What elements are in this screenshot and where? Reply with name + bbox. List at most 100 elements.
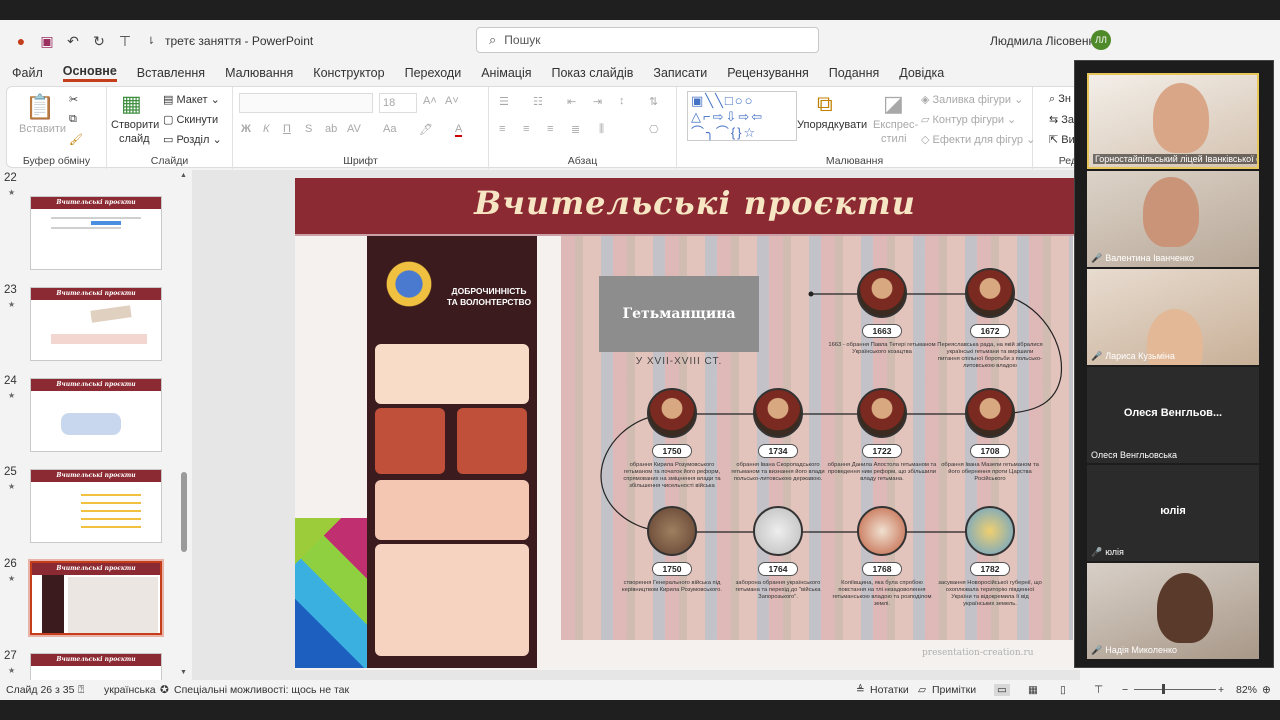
numbering-icon[interactable]: ☷ <box>533 95 543 108</box>
increase-indent-icon[interactable]: ⇥ <box>593 95 602 108</box>
shape-effects-button[interactable]: ◇ Ефекти для фігур ⌄ <box>921 133 1035 146</box>
redo-icon[interactable]: ↻ <box>88 30 110 52</box>
scroll-down-icon[interactable]: ▼ <box>180 669 187 676</box>
language-indicator[interactable]: українська <box>104 684 156 696</box>
slide-thumbnail[interactable]: Вчительські проєкти <box>30 469 162 543</box>
new-slide-button-line2[interactable]: слайд <box>119 133 150 145</box>
thumbnails-scrollbar[interactable]: ▲ ▼ <box>180 172 188 676</box>
avatar[interactable]: ЛЛ <box>1091 30 1111 50</box>
columns-icon[interactable]: ⫼ <box>599 123 604 136</box>
find-button[interactable]: ⌕ Зн <box>1049 93 1071 106</box>
select-button[interactable]: ⇱ Ви <box>1049 133 1075 146</box>
slide-thumbnail[interactable]: Вчительські проєкти <box>30 196 162 270</box>
participant-tile[interactable]: 🎤 Валентина Іванченко <box>1087 171 1259 267</box>
scroll-up-icon[interactable]: ▲ <box>180 172 187 179</box>
spellcheck-icon[interactable]: ⍰ <box>78 684 84 697</box>
copy-icon[interactable]: ⧉ <box>69 113 77 126</box>
quick-styles-button-line2[interactable]: стилі <box>881 133 907 145</box>
char-spacing-button[interactable]: AV <box>347 123 361 135</box>
underline-button[interactable]: П <box>283 123 291 135</box>
slide-title[interactable]: Вчительські проєкти <box>295 184 1080 222</box>
bold-button[interactable]: Ж <box>241 123 251 135</box>
text-direction-icon[interactable]: ⇅ <box>649 95 658 108</box>
section-button[interactable]: ▭ Розділ ⌄ <box>163 133 222 146</box>
paste-button[interactable]: Вставити <box>19 123 66 135</box>
tab-animations[interactable]: Анімація <box>481 66 531 80</box>
hetmanate-timeline[interactable]: Гетьманщина У XVII-XVIII СТ. 1663 1663 -… <box>561 236 1073 640</box>
search-box[interactable]: ⌕ Пошук <box>476 27 819 53</box>
user-name[interactable]: Людмила Лісовенко <box>990 34 1101 48</box>
arrange-icon[interactable]: ⧉ <box>817 91 833 117</box>
tab-design[interactable]: Конструктор <box>313 66 384 80</box>
slide-thumbnail[interactable]: Вчительські проєкти <box>30 378 162 452</box>
tab-slideshow[interactable]: Показ слайдів <box>552 66 634 80</box>
smartart-icon[interactable]: ⎔ <box>649 123 659 136</box>
undo-icon[interactable]: ↶ <box>62 30 84 52</box>
shadow-button[interactable]: S <box>305 123 312 135</box>
participant-tile[interactable]: Горностайпільський ліцей Іванківської с.… <box>1087 73 1259 169</box>
current-slide[interactable]: Вчительські проєкти ДОБРОЧИННІСТЬ ТА ВОЛ… <box>295 178 1080 670</box>
present-icon[interactable]: ⊤ <box>114 30 136 52</box>
tab-insert[interactable]: Вставлення <box>137 66 205 80</box>
slideshow-icon[interactable]: ⊤ <box>1094 684 1103 696</box>
decrease-indent-icon[interactable]: ⇤ <box>567 95 576 108</box>
participant-tile[interactable]: юлія 🎤 юлія <box>1087 465 1259 561</box>
reading-view-icon[interactable]: ▯ <box>1060 684 1066 696</box>
comments-button[interactable]: Примітки <box>932 684 976 696</box>
tab-review[interactable]: Рецензування <box>727 66 808 80</box>
paste-icon[interactable]: 📋 <box>25 93 55 122</box>
shape-fill-button[interactable]: ◈ Заливка фігури ⌄ <box>921 93 1023 106</box>
reset-button[interactable]: ▢ Скинути <box>163 113 218 126</box>
participant-tile[interactable]: Олеся Венгльов... Олеся Венгльовська <box>1087 367 1259 463</box>
shape-outline-button[interactable]: ▱ Контур фігури ⌄ <box>921 113 1016 126</box>
zoom-slider-thumb[interactable] <box>1162 684 1165 694</box>
arrange-button[interactable]: Упорядкувати <box>797 119 867 131</box>
tab-transitions[interactable]: Переходи <box>405 66 462 80</box>
tab-home[interactable]: Основне <box>62 64 117 82</box>
font-color-icon[interactable]: A <box>455 123 463 137</box>
normal-view-icon[interactable]: ▭ <box>994 684 1010 696</box>
grow-font-icon[interactable]: A˄ <box>423 95 437 107</box>
cut-icon[interactable]: ✂ <box>69 93 78 106</box>
comments-icon[interactable]: ▱ <box>918 684 926 696</box>
participant-tile[interactable]: 🎤 Лариса Кузьміна <box>1087 269 1259 365</box>
line-spacing-icon[interactable]: ↕ <box>619 95 625 107</box>
save-icon[interactable]: ▣ <box>36 30 58 52</box>
zoom-slider-track[interactable] <box>1134 689 1216 690</box>
justify-icon[interactable]: ≣ <box>571 123 580 136</box>
accessibility-status[interactable]: Спеціальні можливості: щось не так <box>174 684 349 696</box>
font-size-field[interactable]: 18 <box>379 93 417 113</box>
slide-thumbnail[interactable]: Вчительські проєкти <box>30 287 162 361</box>
zoom-level[interactable]: 82% <box>1236 684 1257 696</box>
format-painter-icon[interactable]: 🖌 <box>69 133 83 146</box>
font-name-field[interactable] <box>239 93 373 113</box>
new-slide-button[interactable]: Створити <box>111 119 159 131</box>
italic-button[interactable]: К <box>263 123 269 135</box>
tab-draw[interactable]: Малювання <box>225 66 293 80</box>
new-slide-icon[interactable]: ▦ <box>121 91 142 117</box>
scroll-thumb[interactable] <box>181 472 187 552</box>
quick-styles-button[interactable]: Експрес- <box>873 119 918 131</box>
zoom-in-icon[interactable]: + <box>1218 684 1224 696</box>
shapes-gallery[interactable]: ▣╲╲□○○ △⌐⇨⇩⇨⇦ ⌒╮⌒{}☆ <box>687 91 797 141</box>
tab-file[interactable]: Файл <box>12 66 43 80</box>
fit-to-window-icon[interactable]: ⊕ <box>1262 684 1271 696</box>
volunteering-poster[interactable]: ДОБРОЧИННІСТЬ ТА ВОЛОНТЕРСТВО <box>367 236 537 668</box>
tab-help[interactable]: Довідка <box>899 66 944 80</box>
replace-button[interactable]: ⇆ За <box>1049 113 1074 126</box>
align-right-icon[interactable]: ≡ <box>547 123 553 135</box>
slide-thumbnail[interactable]: Вчительські проєкти <box>30 653 162 680</box>
highlight-icon[interactable]: 🖊 <box>419 123 433 136</box>
accessibility-icon[interactable]: ✪ <box>160 684 169 696</box>
shrink-font-icon[interactable]: A˅ <box>445 95 459 107</box>
notes-button[interactable]: Нотатки <box>870 684 909 696</box>
bullets-icon[interactable]: ☰ <box>499 95 509 108</box>
align-left-icon[interactable]: ≡ <box>499 123 505 135</box>
tab-view[interactable]: Подання <box>829 66 879 80</box>
zoom-out-icon[interactable]: − <box>1122 684 1128 696</box>
slide-editor[interactable]: Вчительські проєкти ДОБРОЧИННІСТЬ ТА ВОЛ… <box>192 170 1080 680</box>
change-case-button[interactable]: Aa <box>383 123 396 135</box>
strikethrough-button[interactable]: ab <box>325 123 337 135</box>
customize-qat-icon[interactable]: ⇂ <box>140 30 162 52</box>
slide-sorter-icon[interactable]: ▦ <box>1028 684 1038 696</box>
